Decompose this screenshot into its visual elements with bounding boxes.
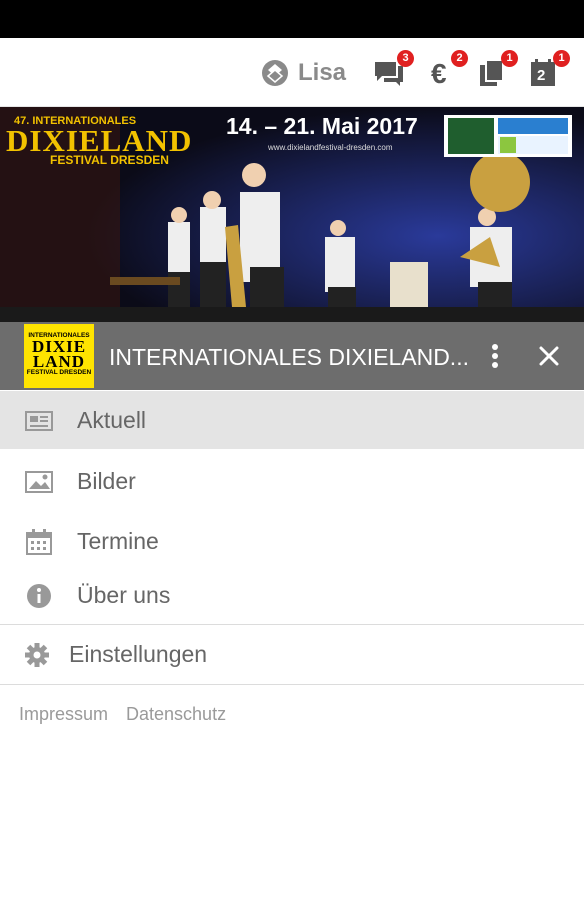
documents-button[interactable]: 1 [476, 50, 518, 92]
menu-item-ueber-uns[interactable]: Über uns [0, 566, 584, 624]
footer-links: Impressum Datenschutz [19, 704, 226, 725]
payments-badge: 2 [451, 50, 468, 67]
menu-item-bilder[interactable]: Bilder [0, 452, 584, 510]
logo-line-4: FESTIVAL DRESDEN [26, 369, 92, 376]
user-account[interactable]: Lisa [260, 58, 346, 88]
festival-dates: 14. – 21. Mai 2017 [226, 113, 418, 139]
image-icon [25, 471, 53, 493]
more-options-button[interactable] [485, 342, 505, 370]
festival-url: www.dixielandfestival-dresden.com [268, 143, 393, 152]
messages-badge: 3 [397, 50, 414, 67]
info-icon [27, 584, 51, 608]
festival-suffix: FESTIVAL DRESDEN [50, 153, 169, 167]
user-name: Lisa [298, 59, 347, 86]
calendar-badge: 1 [553, 50, 570, 67]
user-logo-icon [262, 60, 288, 86]
menu-item-label: Aktuell [77, 406, 147, 433]
datenschutz-link[interactable]: Datenschutz [126, 704, 226, 725]
more-vert-icon [492, 344, 498, 368]
gear-icon [25, 643, 49, 667]
top-toolbar: Lisa 3 € 2 1 2 1 [0, 38, 584, 107]
calendar-icon [26, 529, 52, 555]
svg-text:€: € [431, 58, 447, 89]
menu-item-termine[interactable]: Termine [0, 512, 584, 570]
menu-item-label: Termine [77, 527, 159, 554]
close-icon [539, 346, 559, 366]
app-title: INTERNATIONALES DIXIELAND... [109, 344, 469, 370]
menu-item-aktuell[interactable]: Aktuell [0, 391, 584, 449]
menu-item-label: Bilder [77, 467, 136, 494]
menu-item-label: Über uns [77, 581, 171, 608]
close-button[interactable] [535, 342, 563, 370]
settings-divider [0, 684, 584, 685]
festival-logo: INTERNATIONALES DIXIE LAND FESTIVAL DRES… [24, 324, 94, 388]
documents-badge: 1 [501, 50, 518, 67]
payments-button[interactable]: € 2 [426, 50, 468, 92]
app-header: INTERNATIONALES DIXIE LAND FESTIVAL DRES… [0, 322, 584, 390]
settings-label: Einstellungen [69, 640, 208, 667]
menu-item-einstellungen[interactable]: Einstellungen [0, 625, 584, 683]
calendar-day-number: 2 [537, 67, 546, 84]
newspaper-icon [25, 411, 53, 431]
impressum-link[interactable]: Impressum [19, 704, 108, 725]
status-bar [0, 0, 584, 38]
messages-button[interactable]: 3 [372, 50, 414, 92]
calendar-button[interactable]: 2 1 [528, 50, 570, 92]
logo-line-3: LAND [32, 352, 86, 371]
festival-banner: 47. INTERNATIONALES DIXIELAND FESTIVAL D… [0, 107, 584, 322]
